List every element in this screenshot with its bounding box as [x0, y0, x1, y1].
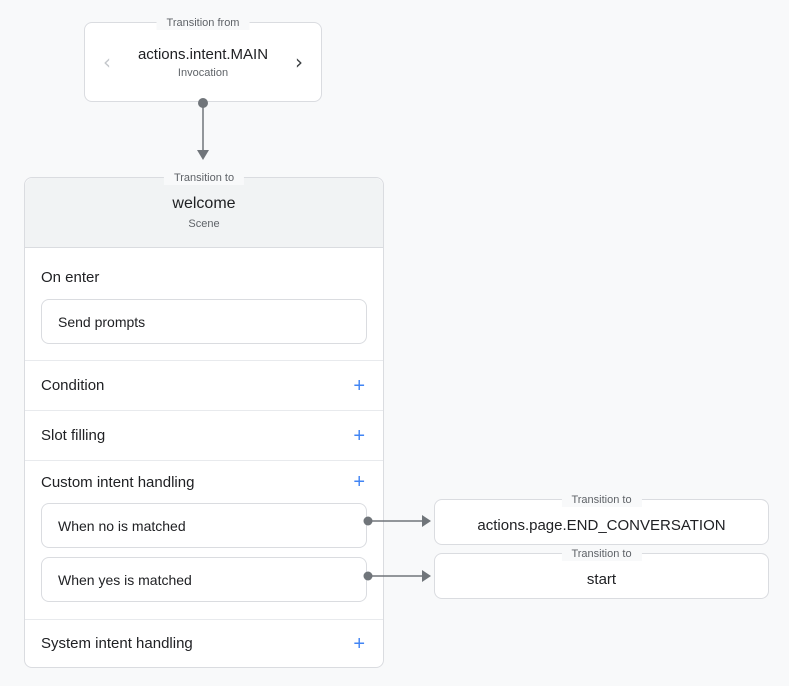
arrowhead-right-icon [422, 570, 431, 582]
scene-card-welcome: Transition to welcome Scene On enter Sen… [24, 177, 384, 668]
add-system-intent-icon[interactable]: + [351, 634, 367, 654]
next-chevron-icon[interactable]: › [287, 50, 311, 74]
condition-row: Condition + [25, 361, 383, 411]
intent-handler-no[interactable]: When no is matched [41, 503, 367, 548]
system-intent-label: System intent handling [41, 635, 193, 652]
transition-from-content: actions.intent.MAIN Invocation [119, 46, 287, 79]
transition-to-label: Transition to [164, 171, 244, 185]
intent-name: actions.intent.MAIN [119, 46, 287, 63]
add-custom-intent-icon[interactable]: + [351, 472, 367, 492]
transition-to-label: Transition to [561, 547, 641, 561]
arrowhead-right-icon [422, 515, 431, 527]
transition-to-label: Transition to [561, 493, 641, 507]
transition-target-start[interactable]: Transition to start [434, 553, 769, 599]
custom-intent-header: Custom intent handling + [41, 461, 367, 503]
on-enter-section: On enter Send prompts [25, 248, 383, 361]
condition-label: Condition [41, 377, 104, 394]
system-intent-row: System intent handling + [25, 620, 383, 667]
prev-chevron-icon[interactable]: ‹ [95, 50, 119, 74]
transition-target-end-conversation[interactable]: Transition to actions.page.END_CONVERSAT… [434, 499, 769, 545]
add-slot-filling-icon[interactable]: + [351, 426, 367, 446]
add-condition-icon[interactable]: + [351, 376, 367, 396]
intent-handler-yes[interactable]: When yes is matched [41, 557, 367, 602]
on-enter-title: On enter [41, 269, 367, 286]
scene-header: welcome Scene [25, 178, 383, 248]
scene-type-label: Scene [188, 218, 219, 230]
scene-flow-canvas: Transition from ‹ actions.intent.MAIN In… [0, 0, 789, 686]
transition-from-label: Transition from [157, 16, 250, 30]
target-page-name: actions.page.END_CONVERSATION [477, 517, 725, 534]
slot-filling-row: Slot filling + [25, 411, 383, 461]
scene-title: welcome [172, 195, 235, 213]
intent-type-label: Invocation [119, 67, 287, 79]
custom-intent-section: Custom intent handling + When no is matc… [25, 461, 383, 620]
custom-intent-label: Custom intent handling [41, 474, 194, 491]
target-scene-name: start [587, 571, 616, 588]
send-prompts-chip[interactable]: Send prompts [41, 299, 367, 344]
slot-filling-label: Slot filling [41, 427, 105, 444]
transition-from-card: Transition from ‹ actions.intent.MAIN In… [84, 22, 322, 102]
arrowhead-down-icon [197, 150, 209, 160]
